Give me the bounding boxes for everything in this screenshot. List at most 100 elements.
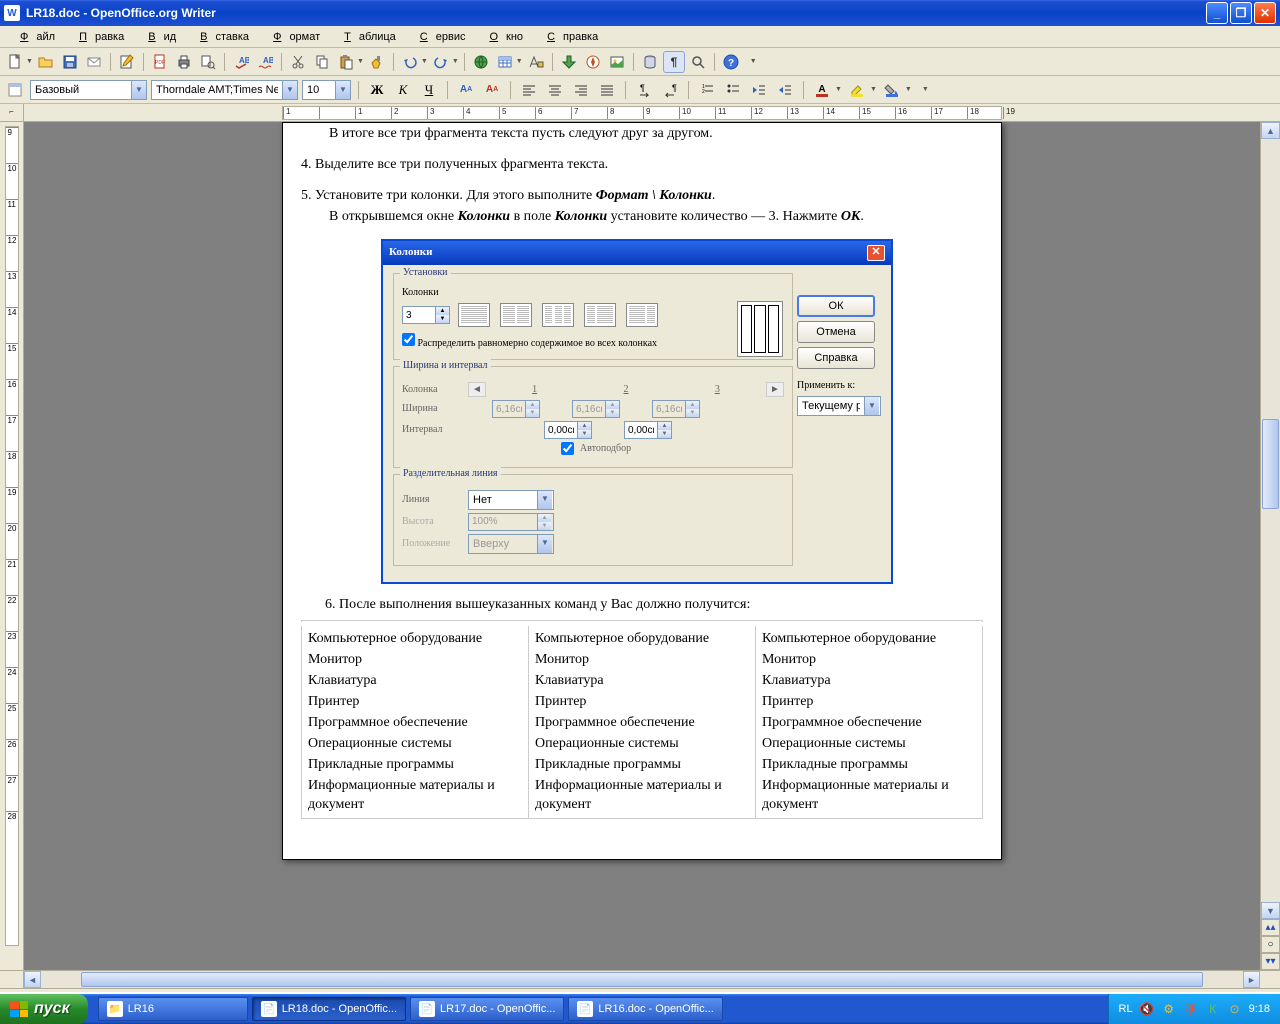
open-folder-icon[interactable] (35, 51, 57, 73)
menu-справка[interactable]: Справка (531, 29, 606, 45)
dropdown-arrow-icon[interactable]: ▼ (421, 58, 428, 65)
width-3: ▲▼ (652, 400, 700, 418)
close-button[interactable]: ✕ (1254, 2, 1276, 24)
rtl-icon[interactable]: ¶ (659, 79, 681, 101)
align-center-icon[interactable] (544, 79, 566, 101)
menu-сервис[interactable]: Сервис (404, 29, 474, 45)
start-button[interactable]: пуск (0, 994, 88, 1024)
taskbar-task[interactable]: 📁LR16 (98, 997, 248, 1021)
underline-icon[interactable]: Ч (418, 79, 440, 101)
prev-page-button[interactable]: ▴▴ (1261, 919, 1280, 936)
menu-таблица[interactable]: Таблица (328, 29, 404, 45)
menu-окно[interactable]: Окно (473, 29, 531, 45)
dropdown-arrow-icon[interactable]: ▼ (335, 81, 350, 99)
redo-icon[interactable] (430, 51, 452, 73)
paste-icon[interactable] (335, 51, 357, 73)
system-tray[interactable]: RL 🔇 ⚙ 🛡 К ⊙ 9:18 (1108, 994, 1280, 1024)
dropdown-arrow-icon[interactable]: ▼ (835, 86, 842, 93)
dropdown-arrow-icon[interactable]: ▼ (870, 86, 877, 93)
cut-icon[interactable] (287, 51, 309, 73)
dropdown-arrow-icon[interactable]: ▼ (452, 58, 459, 65)
subscript-icon[interactable]: AA (481, 79, 503, 101)
navigator-icon[interactable] (582, 51, 604, 73)
print-icon[interactable] (173, 51, 195, 73)
hyperlink-icon[interactable] (470, 51, 492, 73)
help-icon[interactable]: ? (720, 51, 742, 73)
tray-icon[interactable]: 🔇 (1139, 1001, 1155, 1017)
drawing-icon[interactable] (525, 51, 547, 73)
dropdown-arrow-icon[interactable]: ▼ (26, 58, 33, 65)
taskbar-task[interactable]: 📄LR18.doc - OpenOffic... (252, 997, 406, 1021)
table-icon[interactable] (494, 51, 516, 73)
taskbar-task[interactable]: 📄LR16.doc - OpenOffic... (568, 997, 722, 1021)
export-pdf-icon[interactable]: PDF (149, 51, 171, 73)
document-area[interactable]: В итоге все три фрагмента текста пусть с… (24, 122, 1260, 970)
italic-icon[interactable]: К (392, 79, 414, 101)
datasources-icon[interactable] (639, 51, 661, 73)
gallery-icon[interactable] (606, 51, 628, 73)
scroll-up-button[interactable]: ▲ (1261, 122, 1280, 139)
dropdown-arrow-icon[interactable]: ▼ (905, 86, 912, 93)
edit-doc-icon[interactable] (116, 51, 138, 73)
tray-icon[interactable]: ⊙ (1227, 1001, 1243, 1017)
superscript-icon[interactable]: AA (455, 79, 477, 101)
align-right-icon[interactable] (570, 79, 592, 101)
format-paintbrush-icon[interactable] (366, 51, 388, 73)
font-color-icon[interactable]: A (811, 79, 833, 101)
dropdown-arrow-icon[interactable]: ▼ (282, 81, 297, 99)
dropdown-arrow-icon[interactable]: ▼ (131, 81, 146, 99)
menu-формат[interactable]: Формат (257, 29, 328, 45)
list-item: Информационные материалы и документ (762, 777, 976, 815)
tray-icon[interactable]: 🛡 (1183, 1001, 1199, 1017)
new-doc-icon[interactable] (4, 51, 26, 73)
print-preview-icon[interactable] (197, 51, 219, 73)
dropdown-arrow-icon[interactable]: ▼ (357, 58, 364, 65)
align-justify-icon[interactable] (596, 79, 618, 101)
taskbar-task[interactable]: 📄LR17.doc - OpenOffic... (410, 997, 564, 1021)
bullet-list-icon[interactable] (722, 79, 744, 101)
bold-icon[interactable]: Ж (366, 79, 388, 101)
menu-правка[interactable]: Правка (63, 29, 132, 45)
toolbar-options-icon[interactable]: ▼ (750, 58, 757, 65)
find-icon[interactable] (558, 51, 580, 73)
align-left-icon[interactable] (518, 79, 540, 101)
font-name-combo[interactable]: ▼ (151, 80, 298, 100)
font-size-combo[interactable]: ▼ (302, 80, 351, 100)
paragraph-style-combo[interactable]: ▼ (30, 80, 147, 100)
vertical-scrollbar[interactable]: ▲ ▼ ▴▴ ○ ▾▾ (1260, 122, 1280, 970)
nav-target-button[interactable]: ○ (1261, 936, 1280, 953)
save-icon[interactable] (59, 51, 81, 73)
auto-spellcheck-icon[interactable]: ABC (254, 51, 276, 73)
language-indicator[interactable]: RL (1119, 1003, 1133, 1015)
dropdown-arrow-icon[interactable]: ▼ (516, 58, 523, 65)
clock[interactable]: 9:18 (1249, 1003, 1270, 1015)
minimize-button[interactable]: _ (1206, 2, 1228, 24)
decrease-indent-icon[interactable] (748, 79, 770, 101)
scroll-down-button[interactable]: ▼ (1261, 902, 1280, 919)
scroll-thumb[interactable] (81, 972, 1203, 987)
styles-window-icon[interactable] (4, 79, 26, 101)
numbered-list-icon[interactable]: 12 (696, 79, 718, 101)
scroll-thumb[interactable] (1262, 419, 1279, 509)
increase-indent-icon[interactable] (774, 79, 796, 101)
spellcheck-icon[interactable]: ABC (230, 51, 252, 73)
email-icon[interactable] (83, 51, 105, 73)
menu-вид[interactable]: Вид (132, 29, 184, 45)
scroll-left-button[interactable]: ◄ (24, 971, 41, 988)
maximize-button[interactable]: ❐ (1230, 2, 1252, 24)
scroll-right-button[interactable]: ► (1243, 971, 1260, 988)
tray-icon[interactable]: К (1205, 1001, 1221, 1017)
horizontal-scrollbar[interactable]: ◄ ► (0, 970, 1280, 988)
nonprinting-chars-icon[interactable]: ¶ (663, 51, 685, 73)
tray-icon[interactable]: ⚙ (1161, 1001, 1177, 1017)
background-color-icon[interactable] (881, 79, 903, 101)
toolbar-options-icon[interactable]: ▼ (922, 86, 929, 93)
ltr-icon[interactable]: ¶ (633, 79, 655, 101)
menu-вставка[interactable]: Вставка (184, 29, 257, 45)
zoom-icon[interactable] (687, 51, 709, 73)
copy-icon[interactable] (311, 51, 333, 73)
undo-icon[interactable] (399, 51, 421, 73)
menu-файл[interactable]: Файл (4, 29, 63, 45)
next-page-button[interactable]: ▾▾ (1261, 953, 1280, 970)
highlight-icon[interactable] (846, 79, 868, 101)
